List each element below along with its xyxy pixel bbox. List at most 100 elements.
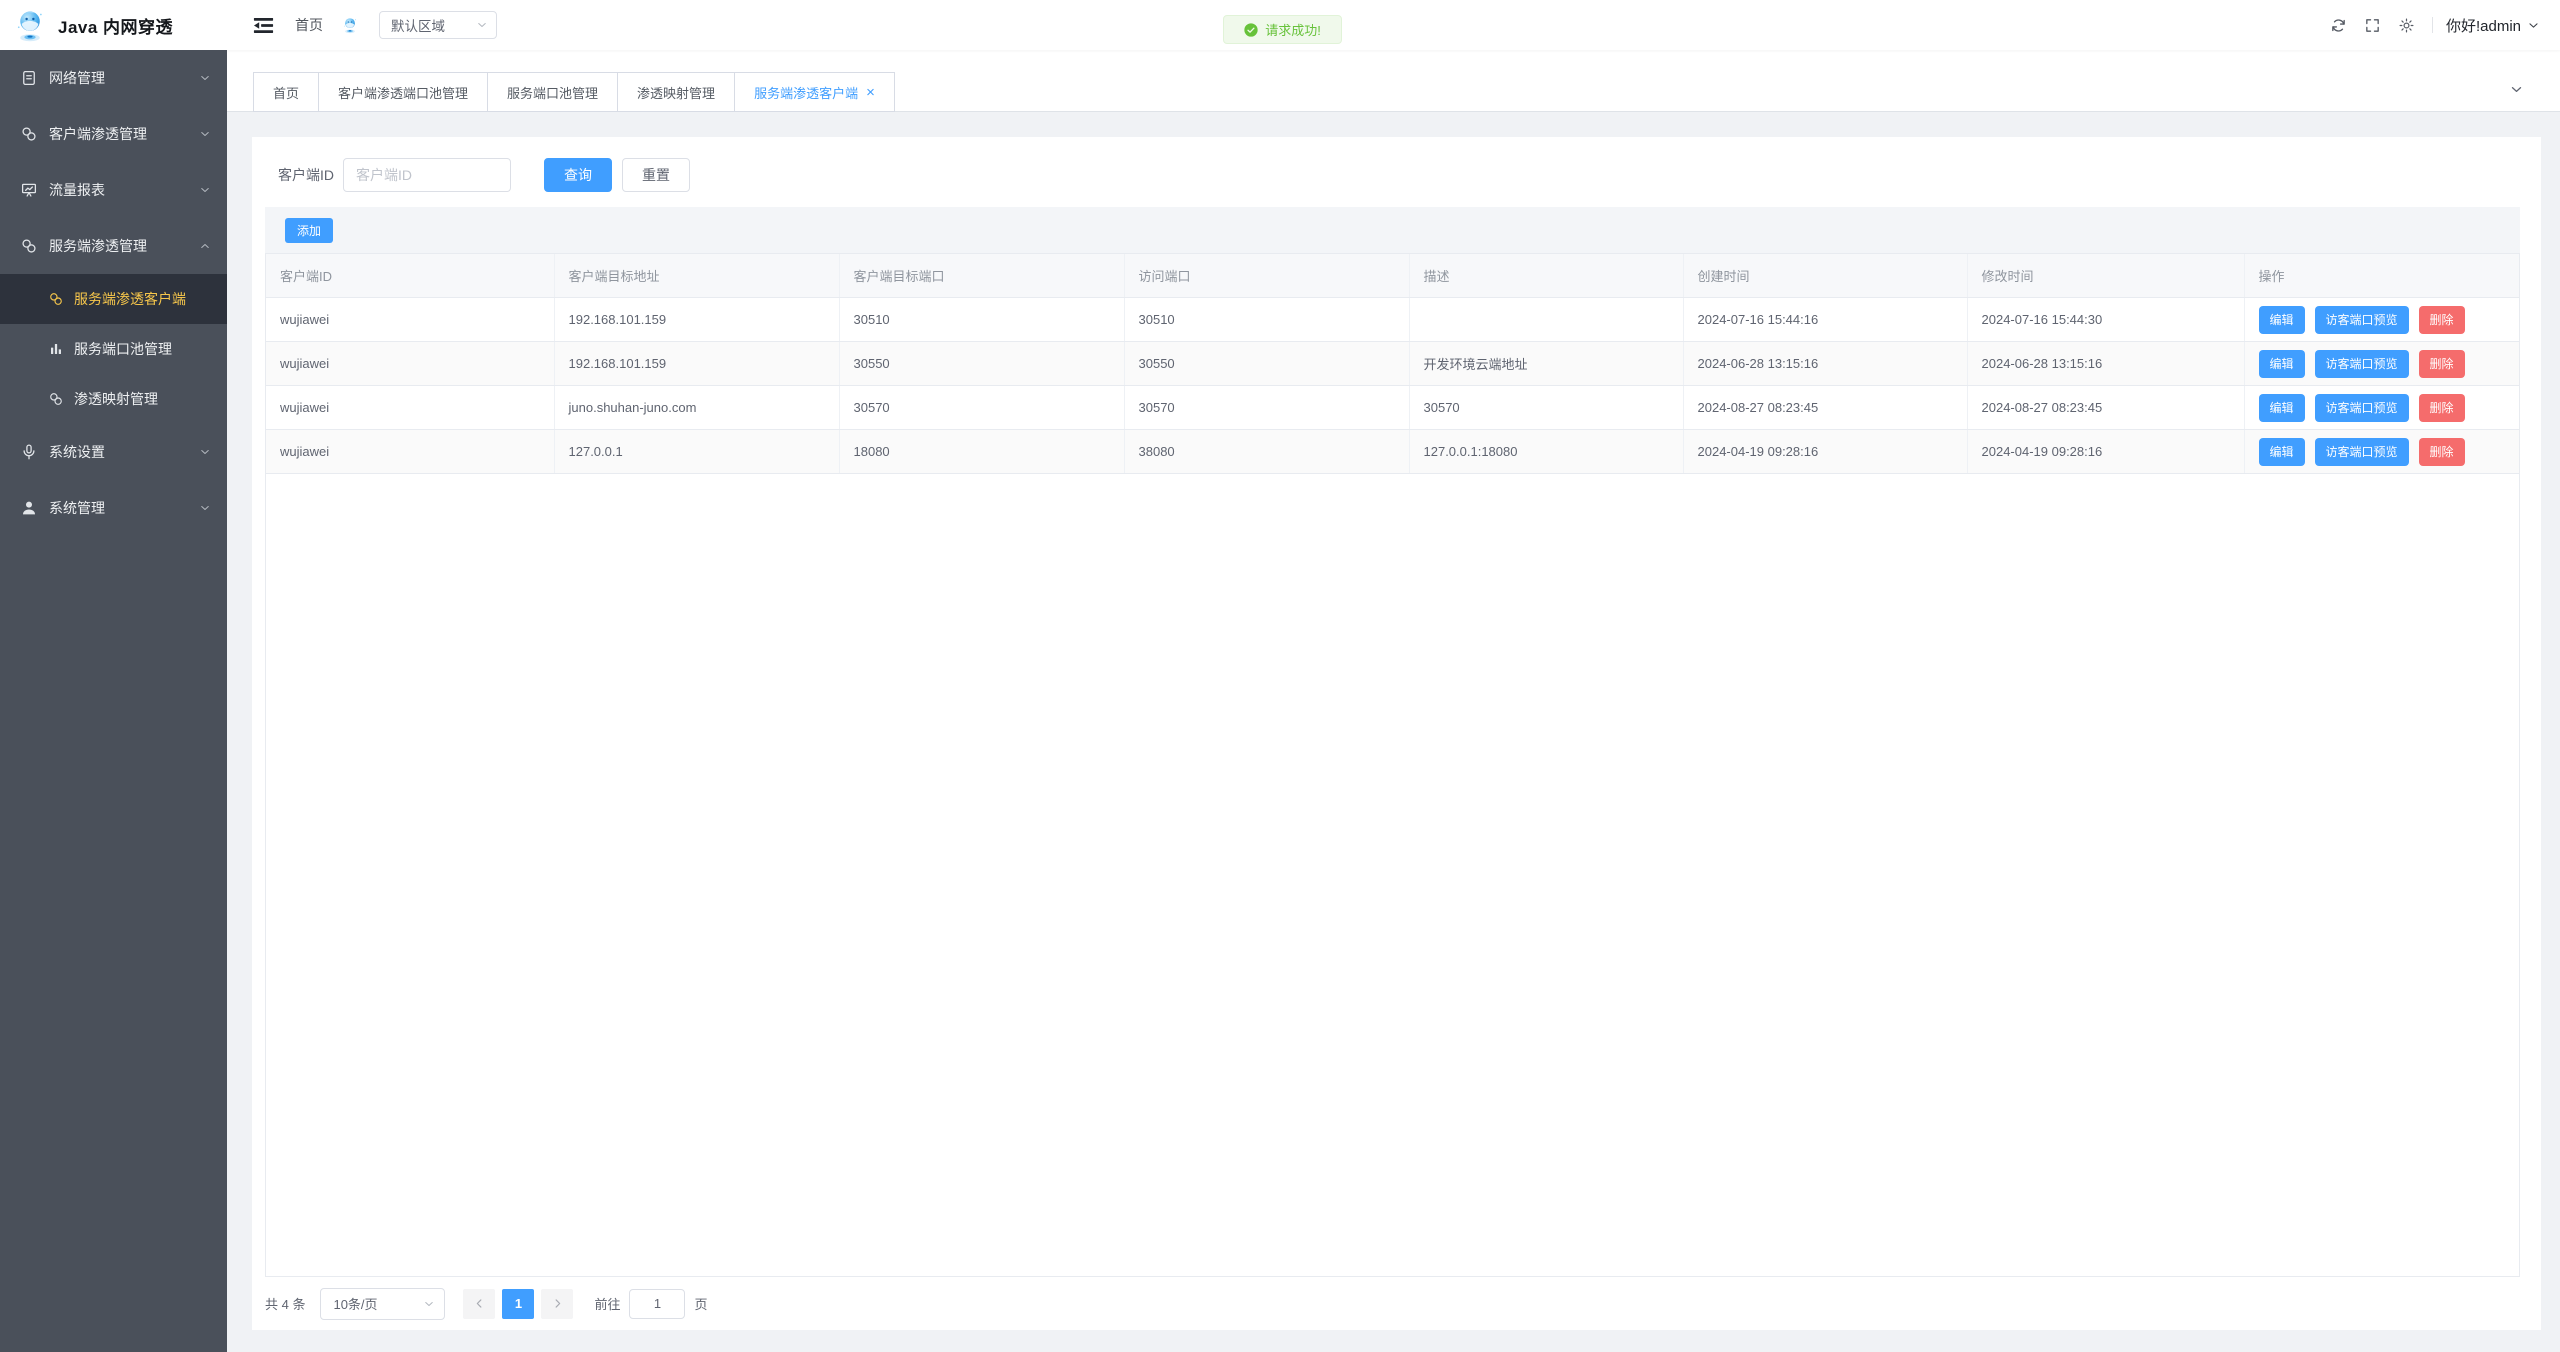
chevron-left-icon [473, 1297, 486, 1310]
table-cell: 30570 [839, 386, 1124, 430]
tab-label: 客户端渗透端口池管理 [338, 83, 468, 102]
sidebar-item-label: 流量报表 [49, 180, 105, 200]
link-icon [48, 391, 64, 407]
user-menu[interactable]: 你好!admin [2446, 15, 2540, 36]
table-toolbar: 添加 [265, 207, 2520, 253]
goto-page-input[interactable] [629, 1289, 685, 1319]
column-header: 描述 [1409, 254, 1683, 298]
logo-bar: Java 内网穿透 [0, 0, 227, 50]
actions-cell: 编辑访客端口预览删除 [2244, 342, 2520, 386]
sidebar-item[interactable]: 流量报表 [0, 162, 227, 218]
sidebar-subitem[interactable]: 服务端渗透客户端 [0, 274, 227, 324]
table-cell: 2024-04-19 09:28:16 [1683, 430, 1967, 474]
prev-page-button[interactable] [463, 1289, 495, 1319]
add-button[interactable]: 添加 [285, 218, 333, 243]
column-header: 操作 [2244, 254, 2520, 298]
app-title: Java 内网穿透 [58, 13, 173, 38]
sidebar-item[interactable]: 系统管理 [0, 480, 227, 536]
edit-button[interactable]: 编辑 [2259, 350, 2305, 378]
tabbar: 首页 客户端渗透端口池管理 服务端口池管理渗透映射管理服务端渗透客户端 × [227, 50, 2560, 112]
table-wrap: 客户端ID客户端目标地址客户端目标端口访问端口描述创建时间修改时间操作 wuji… [265, 253, 2520, 1277]
page-size-select[interactable]: 10条/页 [320, 1288, 445, 1320]
table-cell: 2024-08-27 08:23:45 [1967, 386, 2244, 430]
table-cell: wujiawei [266, 430, 554, 474]
sidebar-item-label: 客户端渗透管理 [49, 124, 147, 144]
data-table: 客户端ID客户端目标地址客户端目标端口访问端口描述创建时间修改时间操作 wuji… [266, 254, 2520, 474]
visitor-port-preview-button[interactable]: 访客端口预览 [2315, 394, 2409, 422]
tabs-overflow-chevron-icon[interactable] [2509, 82, 2524, 97]
table-cell: 192.168.101.159 [554, 342, 839, 386]
table-cell: 2024-04-19 09:28:16 [1967, 430, 2244, 474]
tab[interactable]: 渗透映射管理 [617, 72, 735, 112]
sidebar-item[interactable]: 客户端渗透管理 [0, 106, 227, 162]
tab[interactable]: 首页 [253, 72, 319, 112]
visitor-port-preview-button[interactable]: 访客端口预览 [2315, 438, 2409, 466]
tab[interactable]: 服务端口池管理 [487, 72, 618, 112]
sidebar-subitem[interactable]: 渗透映射管理 [0, 374, 227, 424]
divider [2432, 17, 2433, 33]
theme-icon[interactable] [2398, 17, 2415, 34]
user-icon [20, 499, 38, 517]
actions-cell: 编辑访客端口预览删除 [2244, 298, 2520, 342]
tab-label: 服务端渗透客户端 [754, 83, 858, 102]
tab-label: 服务端口池管理 [507, 83, 598, 102]
tab-label: 首页 [273, 83, 299, 102]
visitor-port-preview-button[interactable]: 访客端口预览 [2315, 350, 2409, 378]
region-select-value: 默认区域 [391, 15, 476, 35]
bar-chart-icon [48, 341, 64, 357]
table-cell: 2024-07-16 15:44:30 [1967, 298, 2244, 342]
topbar: 首页 默认区域 你好!admin [227, 0, 2560, 50]
table-body: wujiawei192.168.101.15930510305102024-07… [266, 298, 2520, 474]
document-icon [20, 69, 38, 87]
chevron-down-icon [199, 184, 211, 196]
sidebar-item[interactable]: 网络管理 [0, 50, 227, 106]
table-cell: 192.168.101.159 [554, 298, 839, 342]
chevron-right-icon [551, 1297, 564, 1310]
sidebar-subitem[interactable]: 服务端口池管理 [0, 324, 227, 374]
table-cell: 2024-06-28 13:15:16 [1967, 342, 2244, 386]
fold-menu-icon[interactable] [252, 14, 275, 37]
sidebar-item[interactable]: 系统设置 [0, 424, 227, 480]
client-id-input[interactable] [343, 158, 511, 192]
actions-cell: 编辑访客端口预览删除 [2244, 430, 2520, 474]
close-icon[interactable]: × [866, 85, 875, 100]
page-1-button[interactable]: 1 [502, 1289, 534, 1319]
delete-button[interactable]: 删除 [2419, 350, 2465, 378]
tab[interactable]: 客户端渗透端口池管理 [318, 72, 488, 112]
edit-button[interactable]: 编辑 [2259, 438, 2305, 466]
region-select[interactable]: 默认区域 [379, 11, 497, 39]
table-cell [1409, 298, 1683, 342]
link-icon [48, 291, 64, 307]
column-header: 修改时间 [1967, 254, 2244, 298]
sidebar-subitem-label: 服务端渗透客户端 [74, 289, 186, 309]
reset-button[interactable]: 重置 [622, 158, 690, 192]
refresh-icon[interactable] [2330, 17, 2347, 34]
sidebar-item[interactable]: 服务端渗透管理 [0, 218, 227, 274]
column-header: 访问端口 [1124, 254, 1409, 298]
table-cell: 开发环境云端地址 [1409, 342, 1683, 386]
query-button[interactable]: 查询 [544, 158, 612, 192]
chevron-down-icon [199, 128, 211, 140]
goto-suffix: 页 [694, 1294, 707, 1313]
fullscreen-icon[interactable] [2364, 17, 2381, 34]
edit-button[interactable]: 编辑 [2259, 306, 2305, 334]
main-content: 客户端ID 查询 重置 添加 客户端ID客户端目标地址客户端目标端口访问端口描述… [227, 112, 2560, 1352]
chevron-up-icon [199, 240, 211, 252]
breadcrumb-home[interactable]: 首页 [295, 15, 323, 35]
microphone-icon [20, 443, 38, 461]
table-cell: 30570 [1409, 386, 1683, 430]
table-cell: 2024-08-27 08:23:45 [1683, 386, 1967, 430]
board-chart-icon [20, 181, 38, 199]
greeting-text: 你好!admin [2446, 15, 2521, 36]
next-page-button[interactable] [541, 1289, 573, 1319]
delete-button[interactable]: 删除 [2419, 438, 2465, 466]
link-icon [20, 125, 38, 143]
delete-button[interactable]: 删除 [2419, 394, 2465, 422]
chevron-down-icon [199, 502, 211, 514]
visitor-port-preview-button[interactable]: 访客端口预览 [2315, 306, 2409, 334]
edit-button[interactable]: 编辑 [2259, 394, 2305, 422]
sidebar-subitem-label: 渗透映射管理 [74, 389, 158, 409]
delete-button[interactable]: 删除 [2419, 306, 2465, 334]
tab[interactable]: 服务端渗透客户端 × [734, 72, 895, 112]
table-cell: 18080 [839, 430, 1124, 474]
